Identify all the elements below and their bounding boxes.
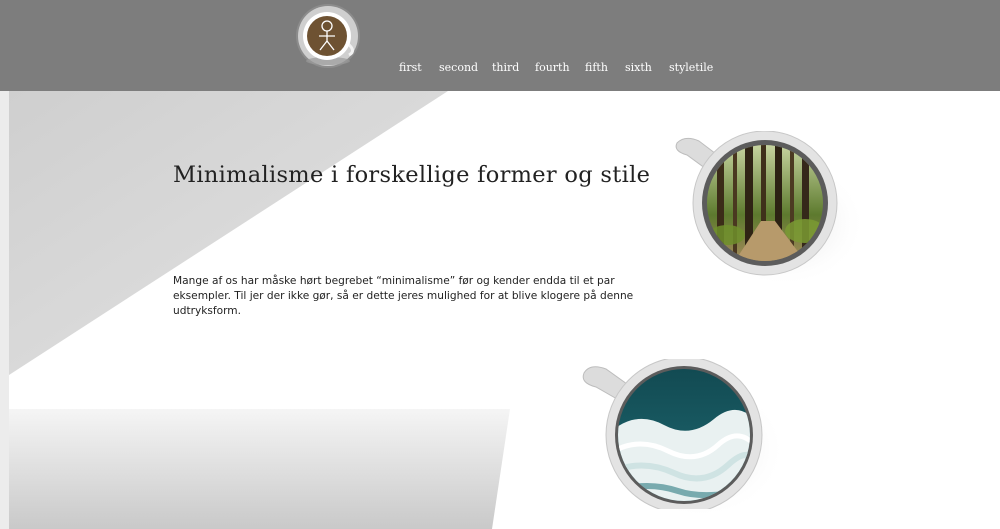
hero-section: Minimalisme i forskellige former og stil… (0, 91, 1000, 529)
hero-title: Minimalisme i forskellige former og stil… (173, 162, 651, 188)
nav-link-sixth[interactable]: sixth (625, 61, 652, 75)
nav-link-styletile[interactable]: styletile (669, 61, 713, 75)
hero-intro-text: Mange af os har måske hørt begrebet “min… (173, 275, 634, 317)
cup-logo-icon[interactable] (295, 3, 361, 69)
nav-link-second[interactable]: second (439, 61, 478, 75)
ocean-cup-image (582, 359, 763, 509)
nav-link-fifth[interactable]: fifth (585, 61, 608, 75)
nav-link-fourth[interactable]: fourth (535, 61, 570, 75)
forest-cup-image (675, 131, 838, 276)
nav-link-first[interactable]: first (399, 61, 422, 75)
nav-link-third[interactable]: third (492, 61, 519, 75)
left-edge-strip (0, 91, 9, 529)
main-nav: first second third fourth fifth sixth st… (0, 61, 1000, 77)
top-navigation-bar: first second third fourth fifth sixth st… (0, 0, 1000, 91)
